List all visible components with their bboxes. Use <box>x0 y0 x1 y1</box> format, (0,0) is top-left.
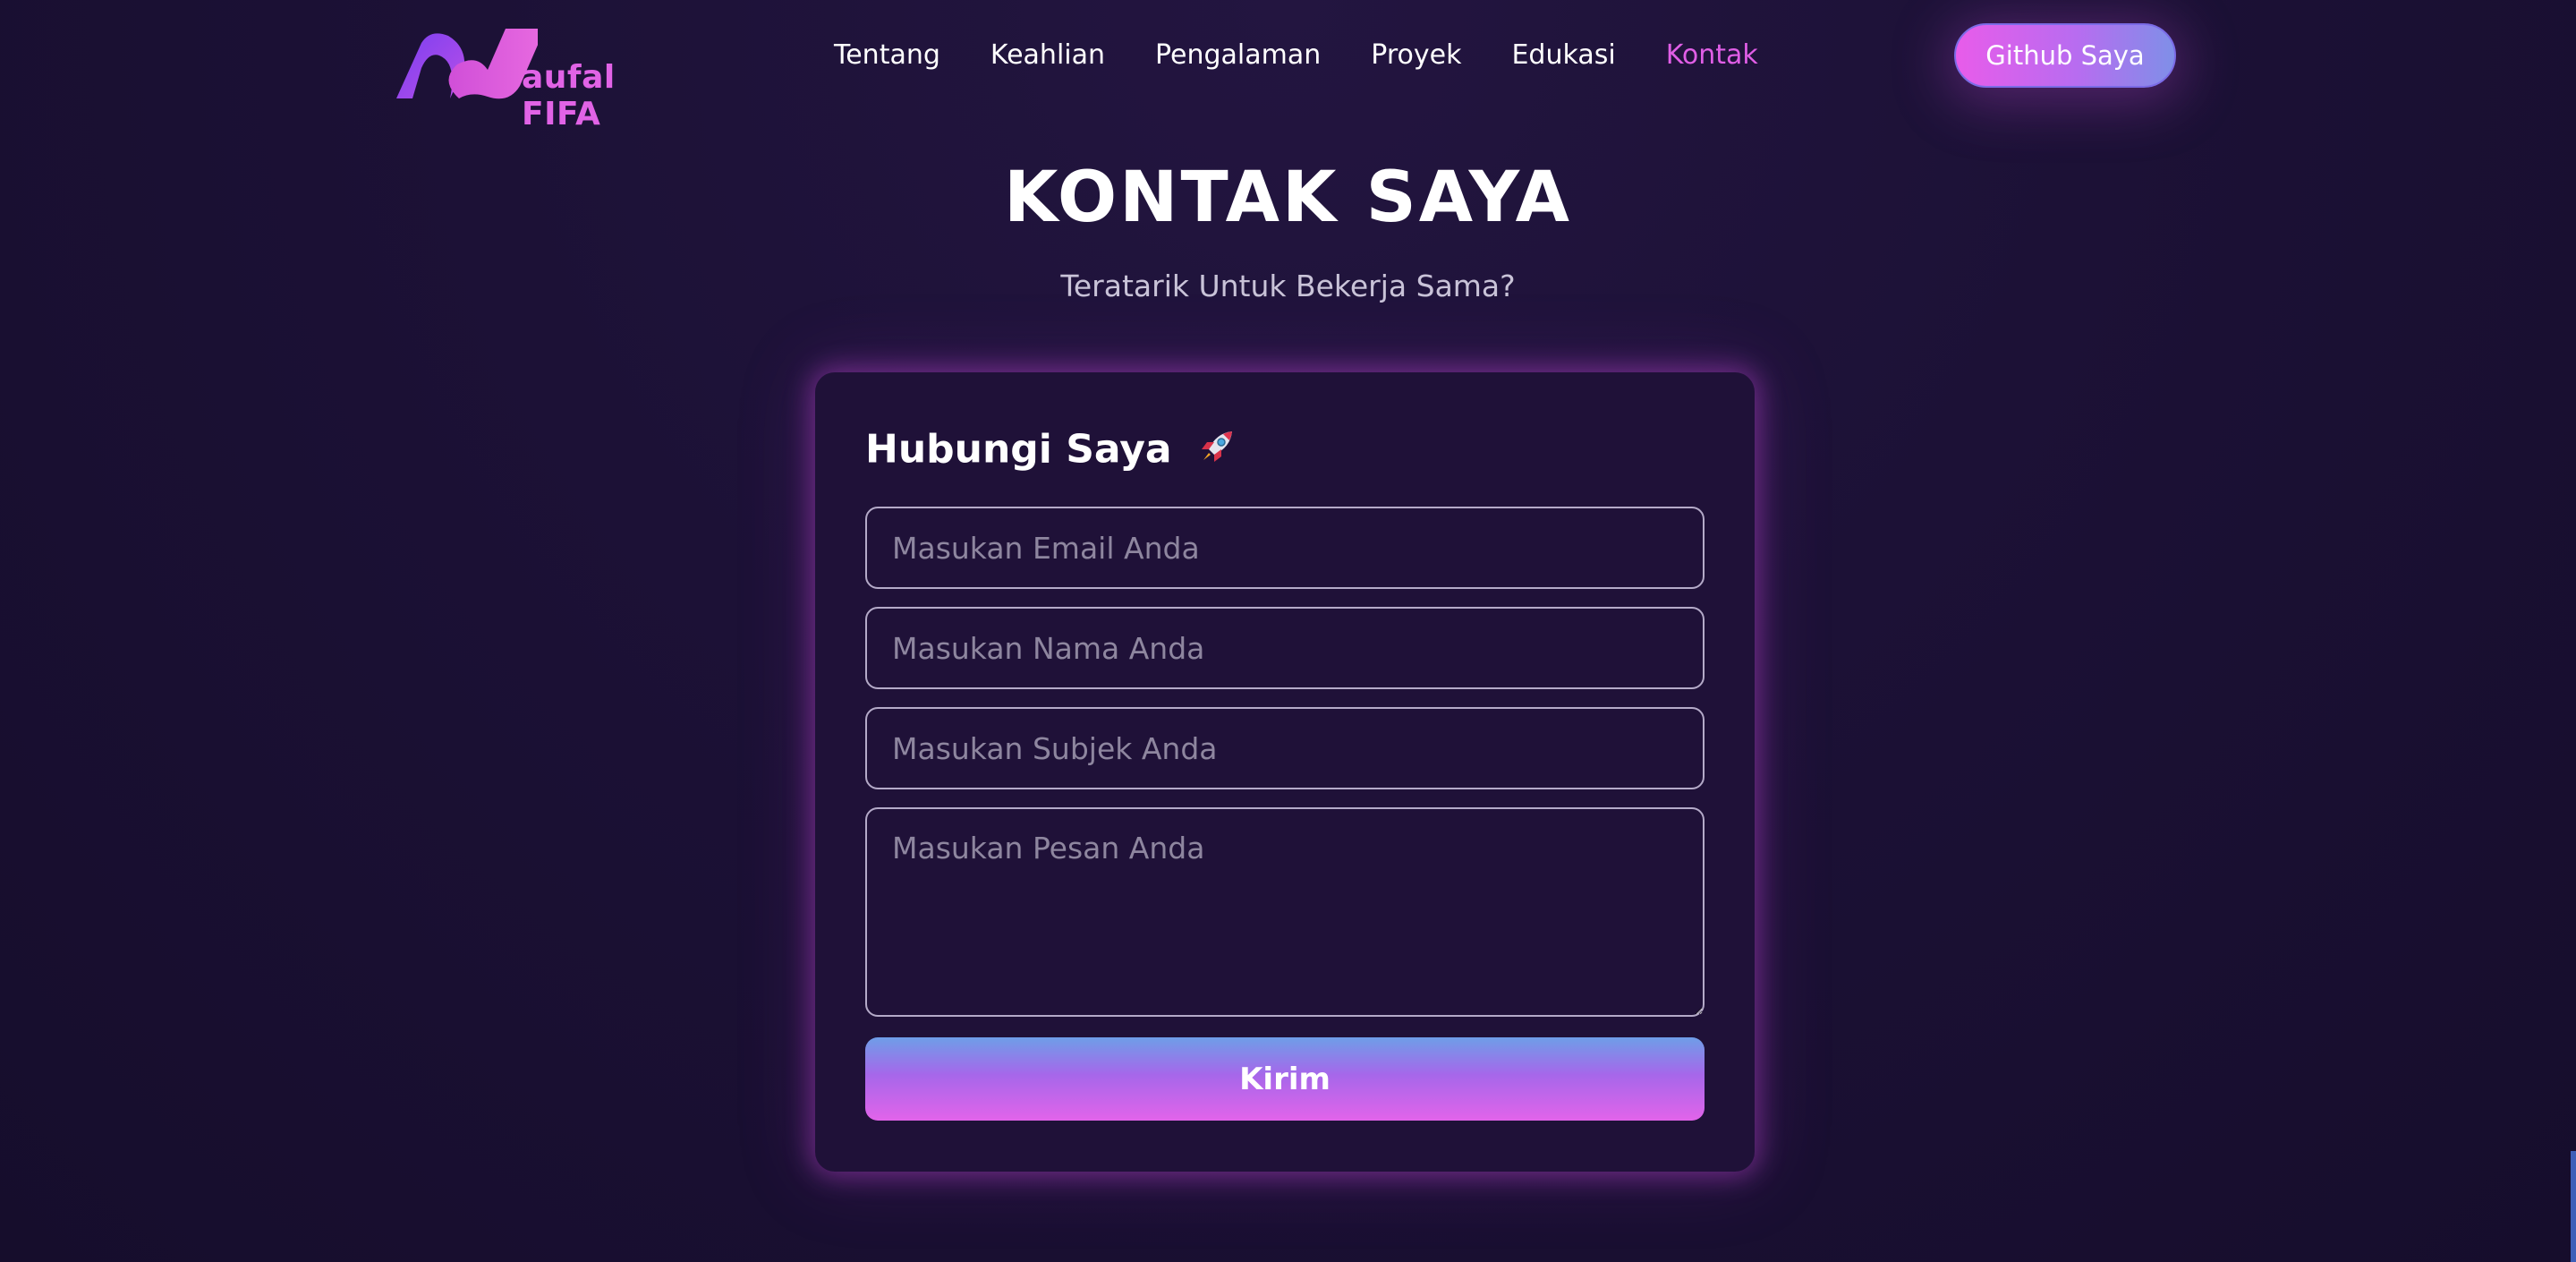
contact-card-title: Hubungi Saya <box>865 426 1172 473</box>
contact-card-heading: Hubungi Saya <box>865 426 1237 477</box>
main-nav: Tentang Keahlian Pengalaman Proyek Eduka… <box>834 38 1808 73</box>
nav-pengalaman[interactable]: Pengalaman <box>1155 38 1321 73</box>
brand-logo[interactable]: aufal FIFA <box>395 27 690 132</box>
nav-keahlian[interactable]: Keahlian <box>990 38 1105 73</box>
nav-edukasi[interactable]: Edukasi <box>1511 38 1615 73</box>
brand-name: aufal FIFA <box>522 59 616 132</box>
nav-proyek[interactable]: Proyek <box>1371 38 1461 73</box>
email-field[interactable] <box>865 507 1705 589</box>
github-button[interactable]: Github Saya <box>1954 23 2176 88</box>
message-field[interactable] <box>865 807 1705 1017</box>
scroll-indicator <box>2571 1151 2576 1262</box>
subject-field[interactable] <box>865 707 1705 789</box>
page-title: KONTAK SAYA <box>1003 158 1573 238</box>
contact-card: Hubungi Saya Kirim <box>815 372 1755 1172</box>
name-field[interactable] <box>865 607 1705 689</box>
submit-button[interactable]: Kirim <box>865 1037 1705 1121</box>
nav-tentang[interactable]: Tentang <box>834 38 940 73</box>
page-subtitle: Teratarik Untuk Bekerja Sama? <box>1060 269 1516 303</box>
nav-kontak[interactable]: Kontak <box>1666 38 1758 73</box>
logo-mark-icon <box>396 29 538 99</box>
rocket-icon <box>1196 426 1237 477</box>
